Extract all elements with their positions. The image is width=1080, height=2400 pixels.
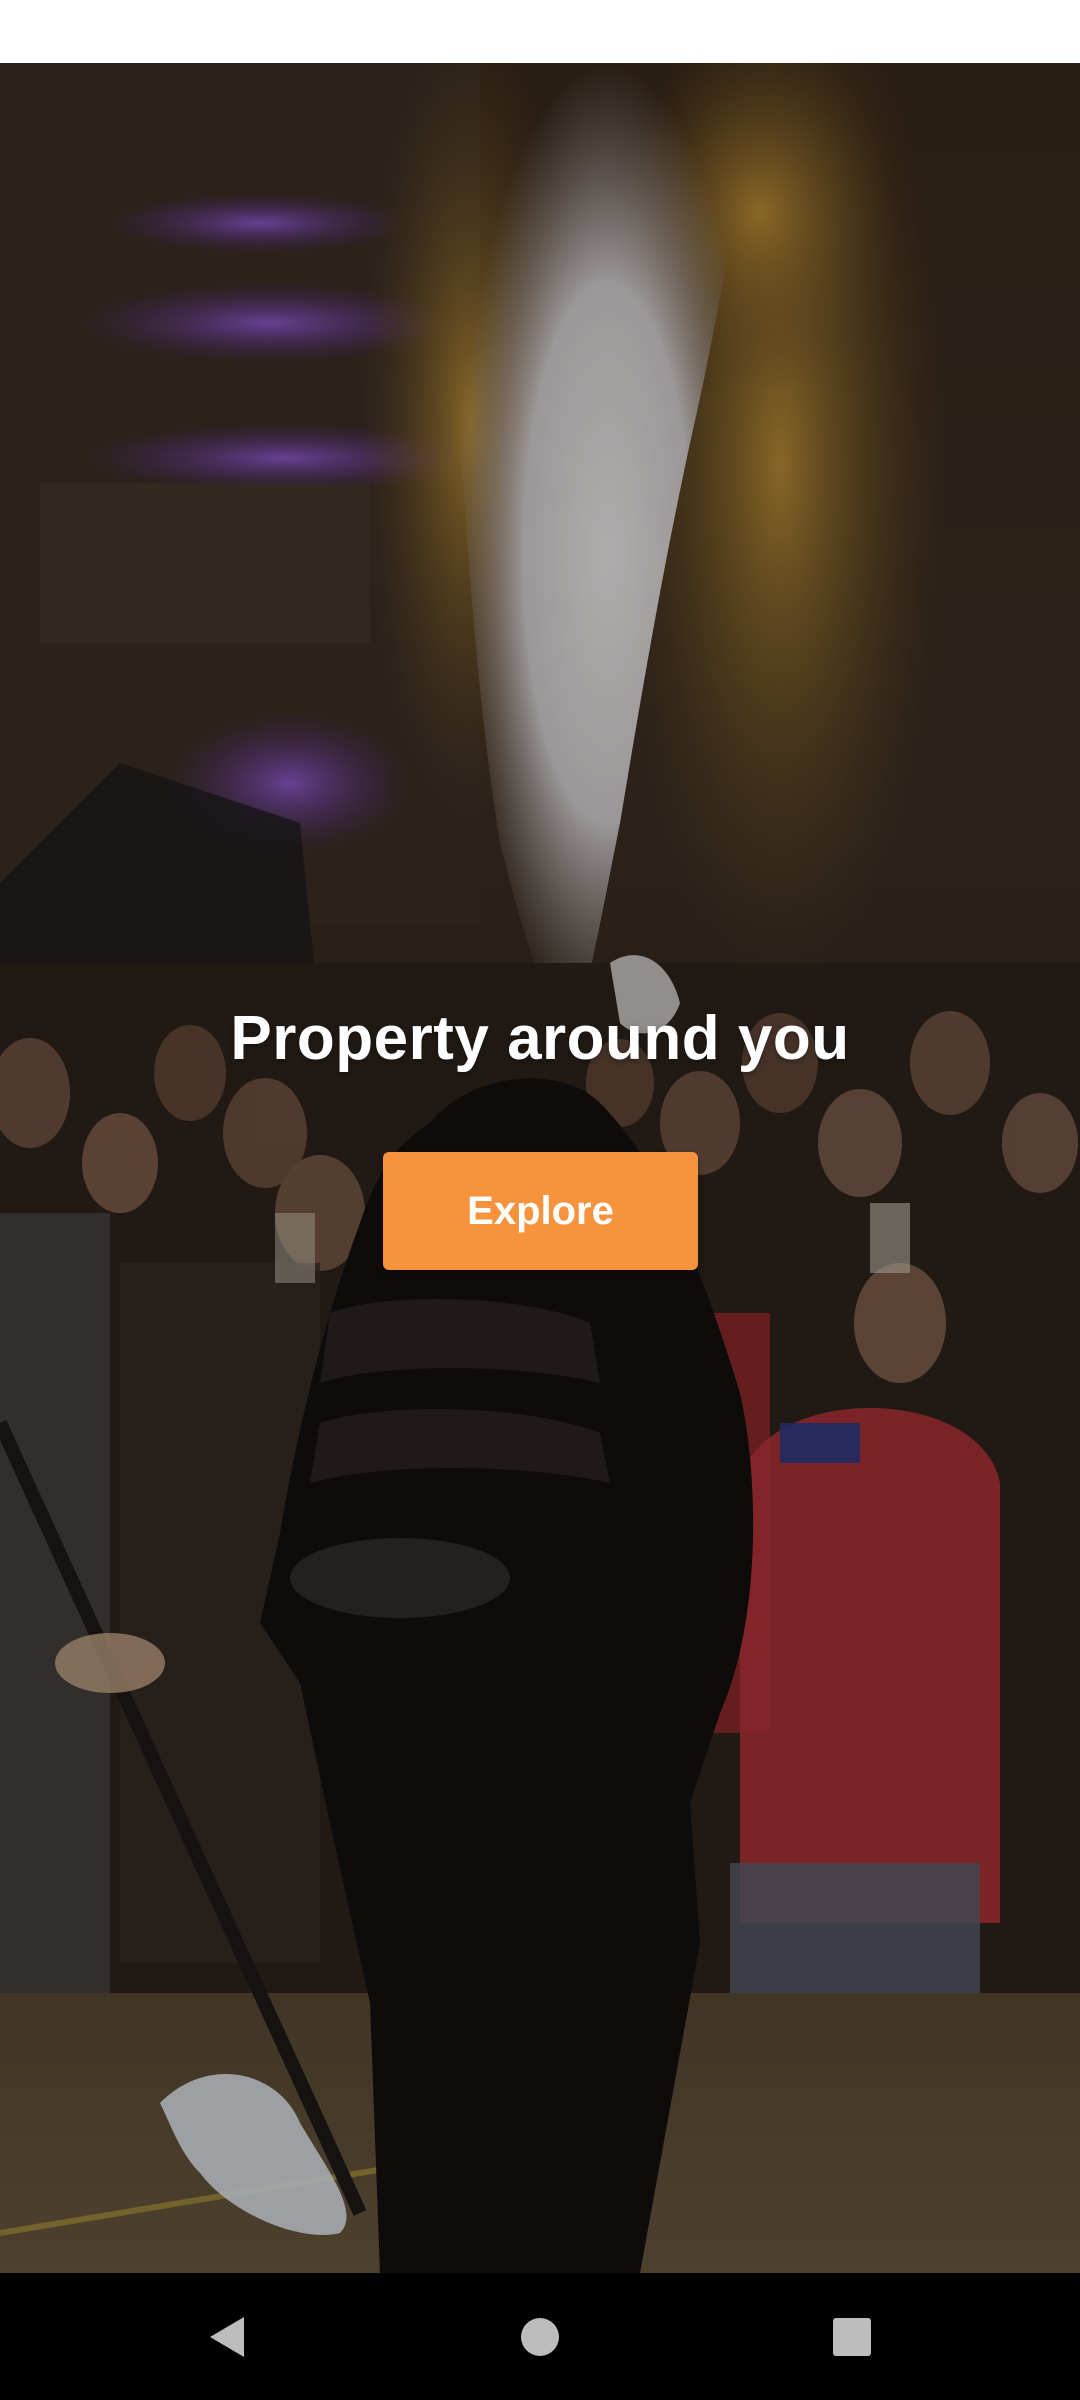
system-nav-bar <box>0 2273 1080 2400</box>
back-button[interactable] <box>146 2273 306 2400</box>
hero-section: Property around you Explore <box>0 63 1080 2273</box>
explore-button-label: Explore <box>467 1188 614 1233</box>
home-button[interactable] <box>460 2273 620 2400</box>
explore-button[interactable]: Explore <box>383 1152 698 1270</box>
recents-icon <box>833 2317 871 2356</box>
back-icon <box>210 2316 244 2357</box>
home-icon <box>521 2317 559 2356</box>
recents-button[interactable] <box>772 2273 932 2400</box>
page-title: Property around you <box>230 1004 850 1073</box>
status-bar <box>0 0 1080 63</box>
